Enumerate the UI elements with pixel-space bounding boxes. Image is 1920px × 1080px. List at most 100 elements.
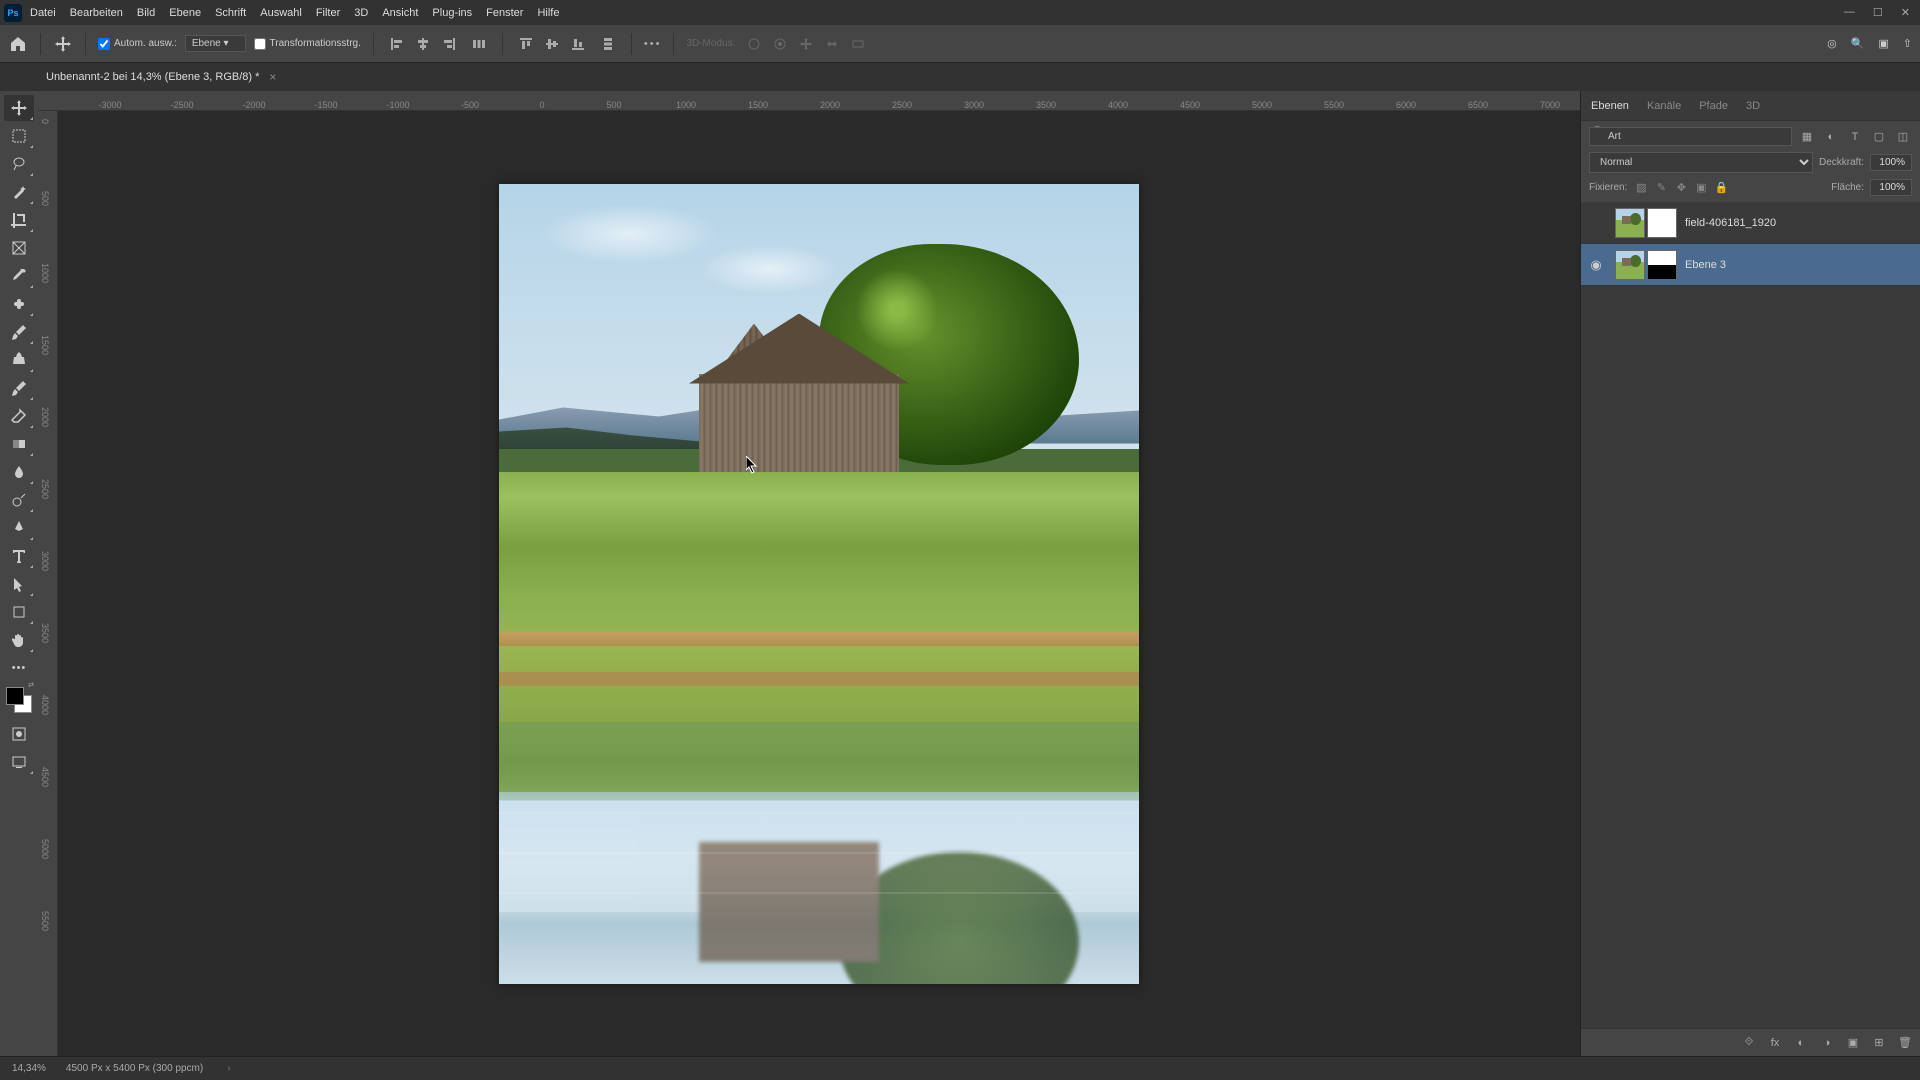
marquee-tool[interactable] (4, 123, 34, 149)
menu-help[interactable]: Hilfe (537, 7, 559, 19)
zoom-level[interactable]: 14,34% (12, 1063, 46, 1074)
adjustment-icon[interactable]: ◑ (1818, 1037, 1836, 1049)
close-button[interactable]: ✕ (1901, 6, 1910, 19)
eyedropper-tool[interactable] (4, 263, 34, 289)
menu-3d[interactable]: 3D (354, 7, 368, 19)
workspace-icon[interactable]: ▣ (1878, 37, 1888, 50)
history-brush-tool[interactable] (4, 375, 34, 401)
menu-select[interactable]: Auswahl (260, 7, 302, 19)
document-dimensions[interactable]: 4500 Px x 5400 Px (300 ppcm) (66, 1063, 203, 1074)
filter-image-icon[interactable]: ▦ (1798, 128, 1816, 146)
filter-smart-icon[interactable]: ◫ (1894, 128, 1912, 146)
menu-file[interactable]: Datei (30, 7, 56, 19)
frame-tool[interactable] (4, 235, 34, 261)
maximize-button[interactable]: ☐ (1873, 6, 1883, 19)
lock-all-icon[interactable]: 🔒 (1713, 180, 1729, 196)
layer-mask-thumbnail[interactable] (1647, 208, 1677, 238)
delete-layer-icon[interactable]: 🗑 (1896, 1036, 1914, 1049)
eraser-tool[interactable] (4, 403, 34, 429)
group-icon[interactable]: ▣ (1844, 1036, 1862, 1049)
hand-tool[interactable] (4, 627, 34, 653)
layer-row[interactable]: field-406181_1920 (1581, 202, 1920, 244)
opacity-value[interactable]: 100% (1870, 154, 1912, 171)
blend-mode-select[interactable]: Normal (1589, 152, 1813, 173)
gradient-tool[interactable] (4, 431, 34, 457)
menu-window[interactable]: Fenster (486, 7, 523, 19)
mask-icon[interactable]: ◐ (1792, 1037, 1810, 1049)
layer-row[interactable]: ◉ Ebene 3 (1581, 244, 1920, 286)
shape-tool[interactable] (4, 599, 34, 625)
text-tool[interactable] (4, 543, 34, 569)
link-layers-icon[interactable]: ⟐ (1740, 1036, 1758, 1049)
lock-brush-icon[interactable]: ✎ (1653, 180, 1669, 196)
screen-mode-tool[interactable] (4, 749, 34, 775)
minimize-button[interactable]: — (1844, 6, 1855, 19)
layer-thumbnail[interactable] (1615, 208, 1645, 238)
layer-group-select[interactable]: Ebene ▾ (185, 35, 246, 52)
align-center-v-button[interactable] (541, 33, 563, 55)
transform-controls-checkbox[interactable]: Transformationsstrg. (254, 38, 361, 50)
align-right-button[interactable] (438, 33, 460, 55)
color-swatches[interactable]: ⇄ (6, 687, 32, 713)
menu-view[interactable]: Ansicht (382, 7, 418, 19)
layer-filter-select[interactable] (1589, 127, 1792, 146)
auto-select-input[interactable] (98, 38, 110, 50)
align-center-h-button[interactable] (412, 33, 434, 55)
distribute-v-button[interactable] (597, 33, 619, 55)
document-tab[interactable]: Unbenannt-2 bei 14,3% (Ebene 3, RGB/8) *… (38, 66, 284, 88)
document-canvas[interactable] (499, 184, 1139, 984)
distribute-h-button[interactable] (468, 33, 490, 55)
path-select-tool[interactable] (4, 571, 34, 597)
filter-shape-icon[interactable]: ▢ (1870, 128, 1888, 146)
align-left-button[interactable] (386, 33, 408, 55)
home-button[interactable] (8, 34, 28, 54)
lasso-tool[interactable] (4, 151, 34, 177)
close-tab-icon[interactable]: × (269, 70, 276, 84)
menu-filter[interactable]: Filter (316, 7, 340, 19)
menu-type[interactable]: Schrift (215, 7, 246, 19)
layer-thumbnail[interactable] (1615, 250, 1645, 280)
align-bottom-button[interactable] (567, 33, 589, 55)
more-tools[interactable]: ••• (4, 655, 34, 681)
tab-channels[interactable]: Kanäle (1645, 96, 1683, 116)
new-layer-icon[interactable]: ⊞ (1870, 1036, 1888, 1049)
fx-icon[interactable]: fx (1766, 1037, 1784, 1049)
tab-layers[interactable]: Ebenen (1589, 96, 1631, 116)
tab-3d[interactable]: 3D (1744, 96, 1762, 116)
menu-edit[interactable]: Bearbeiten (70, 7, 123, 19)
filter-adjust-icon[interactable]: ◐ (1822, 128, 1840, 146)
menu-layer[interactable]: Ebene (169, 7, 201, 19)
healing-tool[interactable] (4, 291, 34, 317)
share-icon[interactable]: ⇧ (1903, 37, 1912, 50)
vertical-ruler[interactable]: 0 500 1000 1500 2000 2500 3000 3500 4000… (38, 111, 58, 1056)
transform-controls-input[interactable] (254, 38, 266, 50)
brush-tool[interactable] (4, 319, 34, 345)
lock-artboard-icon[interactable]: ▣ (1693, 180, 1709, 196)
dodge-tool[interactable] (4, 487, 34, 513)
align-top-button[interactable] (515, 33, 537, 55)
canvas-area[interactable] (58, 111, 1580, 1056)
cloud-docs-icon[interactable]: ◎ (1827, 37, 1837, 50)
move-tool-icon[interactable] (53, 34, 73, 54)
tab-paths[interactable]: Pfade (1697, 96, 1730, 116)
fill-value[interactable]: 100% (1870, 179, 1912, 196)
layer-name[interactable]: field-406181_1920 (1685, 217, 1776, 229)
pen-tool[interactable] (4, 515, 34, 541)
magic-wand-tool[interactable] (4, 179, 34, 205)
visibility-toggle[interactable]: ◉ (1585, 257, 1607, 273)
lock-transparent-icon[interactable]: ▨ (1633, 180, 1649, 196)
menu-image[interactable]: Bild (137, 7, 155, 19)
menu-plugins[interactable]: Plug-ins (432, 7, 472, 19)
layer-name[interactable]: Ebene 3 (1685, 259, 1726, 271)
more-options-button[interactable]: ••• (644, 38, 662, 50)
blur-tool[interactable] (4, 459, 34, 485)
clone-tool[interactable] (4, 347, 34, 373)
crop-tool[interactable] (4, 207, 34, 233)
foreground-color[interactable] (6, 687, 24, 705)
horizontal-ruler[interactable]: -3000 -2500 -2000 -1500 -1000 -500 0 500… (38, 91, 1580, 111)
swap-colors-icon[interactable]: ⇄ (28, 681, 34, 689)
move-tool[interactable] (4, 95, 34, 121)
search-icon[interactable]: 🔍 (1851, 37, 1865, 50)
quick-mask-tool[interactable] (4, 721, 34, 747)
filter-text-icon[interactable]: T (1846, 128, 1864, 146)
